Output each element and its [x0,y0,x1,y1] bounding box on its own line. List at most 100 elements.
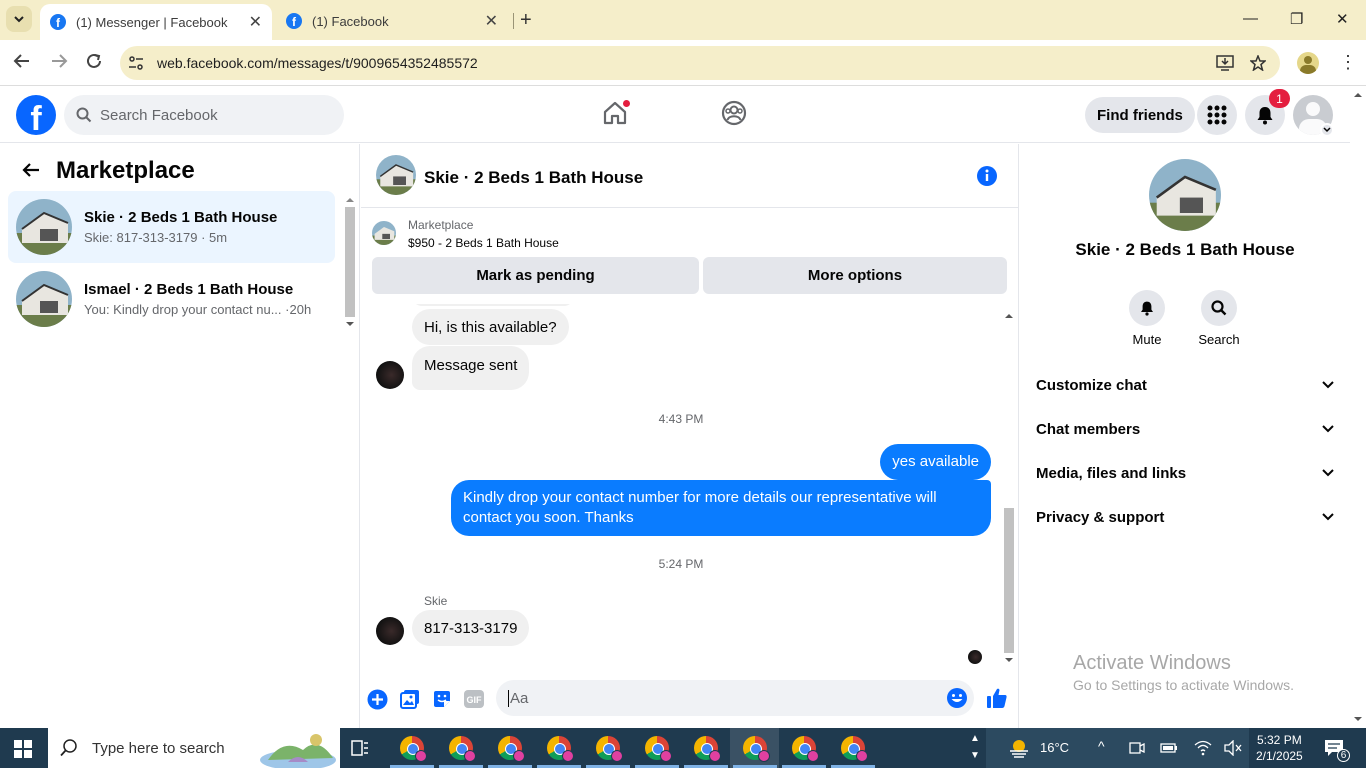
listing-thumbnail [16,199,72,255]
task-view-icon[interactable] [350,738,370,758]
new-tab-button[interactable]: + [520,10,532,30]
sticker-icon[interactable] [432,689,452,709]
page-scrollbar[interactable] [1350,87,1366,728]
weather-icon[interactable] [1008,737,1030,759]
tab-search-dropdown[interactable] [6,6,32,32]
profile-avatar[interactable] [1297,52,1319,74]
chat-title[interactable]: Skie · 2 Beds 1 Bath House [424,168,643,188]
bookmark-star-icon[interactable] [1250,55,1266,71]
incoming-message[interactable]: Message sent [412,346,530,390]
chevron-down-icon [1322,425,1334,433]
meet-icon[interactable] [1129,740,1145,756]
volume-muted-icon[interactable] [1224,740,1242,756]
message-timestamp: 4:43 PM [658,412,704,426]
listing-thumbnail [16,271,72,327]
battery-icon[interactable] [1160,740,1178,756]
address-bar[interactable]: web.facebook.com/messages/t/900965435248… [120,46,1280,80]
tab-messenger[interactable]: f (1) Messenger | Facebook ✕ [40,4,272,40]
chrome-app-icon[interactable] [400,736,427,762]
taskbar-scroll-arrows[interactable]: ▲ ▼ [970,730,980,764]
arrow-left-icon [13,54,29,68]
conversation-scrollbar[interactable] [343,192,357,334]
facebook-logo-icon[interactable]: f [16,95,56,135]
privacy-support-section[interactable]: Privacy & support [1036,495,1334,539]
incoming-message[interactable]: Hi, is this available? [412,309,569,345]
outgoing-message[interactable]: Kindly drop your contact number for more… [451,480,991,536]
sender-avatar[interactable] [376,617,404,645]
mute-button[interactable]: Mute [1117,290,1177,347]
browser-menu-icon[interactable]: ⋮ [1339,52,1357,73]
chevron-down-icon [1322,469,1334,477]
gif-icon[interactable]: GIF [463,689,485,709]
reload-button[interactable] [85,52,103,70]
chrome-app-icon[interactable] [743,736,770,762]
marketplace-listing-bar: Marketplace $950 - 2 Beds 1 Bath House M… [361,208,1019,304]
chat-members-section[interactable]: Chat members [1036,407,1334,451]
search-icon [76,107,92,123]
like-icon[interactable] [986,687,1008,709]
install-app-icon[interactable] [1216,55,1234,71]
media-files-links-section[interactable]: Media, files and links [1036,451,1334,495]
photo-icon[interactable] [400,689,420,709]
chrome-app-icon[interactable] [841,736,868,762]
clock-time: 5:32 PM [1257,733,1302,747]
chrome-app-icon[interactable] [694,736,721,762]
chat-avatar[interactable] [376,155,416,195]
chevron-down-icon [1322,513,1334,521]
tab-title: (1) Facebook [312,13,389,29]
tab-facebook[interactable]: f (1) Facebook ✕ [276,4,508,38]
incoming-message[interactable]: 817-313-3179 [412,610,530,646]
message-input-wrapper [496,680,974,716]
forward-button[interactable] [50,52,68,70]
more-options-button[interactable]: More options [703,257,1007,294]
close-tab-icon[interactable]: ✕ [485,11,498,31]
chrome-app-icon[interactable] [596,736,623,762]
mark-as-pending-button[interactable]: Mark as pending [372,257,699,294]
taskbar-clock[interactable]: 5:32 PM 2/1/2025 [1256,732,1303,764]
customize-chat-section[interactable]: Customize chat [1036,363,1334,407]
sender-avatar[interactable] [376,361,404,389]
search-in-conversation-button[interactable]: Search [1189,290,1249,347]
account-chevron-icon[interactable] [1320,123,1334,137]
site-settings-icon[interactable] [128,55,144,71]
message-input[interactable] [508,689,928,707]
chrome-app-icon[interactable] [449,736,476,762]
search-input[interactable] [100,106,320,124]
more-actions-icon[interactable] [367,689,388,710]
minimize-button[interactable]: — [1243,10,1258,27]
close-window-button[interactable]: ✕ [1336,10,1349,28]
chrome-app-icon[interactable] [498,736,525,762]
details-avatar[interactable] [1149,159,1221,231]
sender-name: Skie [424,594,448,608]
wifi-icon[interactable] [1194,740,1212,756]
nav-groups[interactable] [721,100,747,126]
message-timestamp: 5:24 PM [658,557,704,571]
taskbar-search[interactable]: Type here to search [48,728,340,768]
chrome-app-icon[interactable] [645,736,672,762]
conversation-item[interactable]: Ismael · 2 Beds 1 Bath House You: Kindly… [8,263,335,335]
back-button[interactable] [13,52,31,70]
browser-tab-bar: f (1) Messenger | Facebook ✕ f (1) Faceb… [0,0,1366,40]
chrome-app-icon[interactable] [792,736,819,762]
message-list: Hi, is this available? Message sent 4:43… [361,304,1001,669]
restore-button[interactable]: ❐ [1290,10,1303,28]
temperature[interactable]: 16°C [1040,740,1069,755]
conversation-item[interactable]: Skie · 2 Beds 1 Bath House Skie: 817-313… [8,191,335,263]
listing-thumbnail[interactable] [372,221,396,245]
facebook-search[interactable] [64,95,344,135]
chrome-app-icon[interactable] [547,736,574,762]
back-arrow-icon[interactable] [22,162,40,178]
tray-overflow-icon[interactable]: ^ [1098,738,1105,754]
listing-price[interactable]: $950 - 2 Beds 1 Bath House [408,236,559,250]
conversation-name: Ismael · 2 Beds 1 Bath House [84,281,294,298]
close-tab-icon[interactable]: ✕ [249,12,262,32]
start-button[interactable] [14,740,32,758]
chat-scrollbar[interactable] [1001,308,1017,668]
conversation-info-button[interactable] [976,165,998,187]
find-friends-button[interactable]: Find friends [1085,97,1195,133]
menu-button[interactable] [1197,95,1237,135]
emoji-icon[interactable] [946,687,968,709]
outgoing-message[interactable]: yes available [880,444,991,480]
browser-toolbar: web.facebook.com/messages/t/900965435248… [0,40,1366,86]
panel-title: Marketplace [56,157,195,184]
